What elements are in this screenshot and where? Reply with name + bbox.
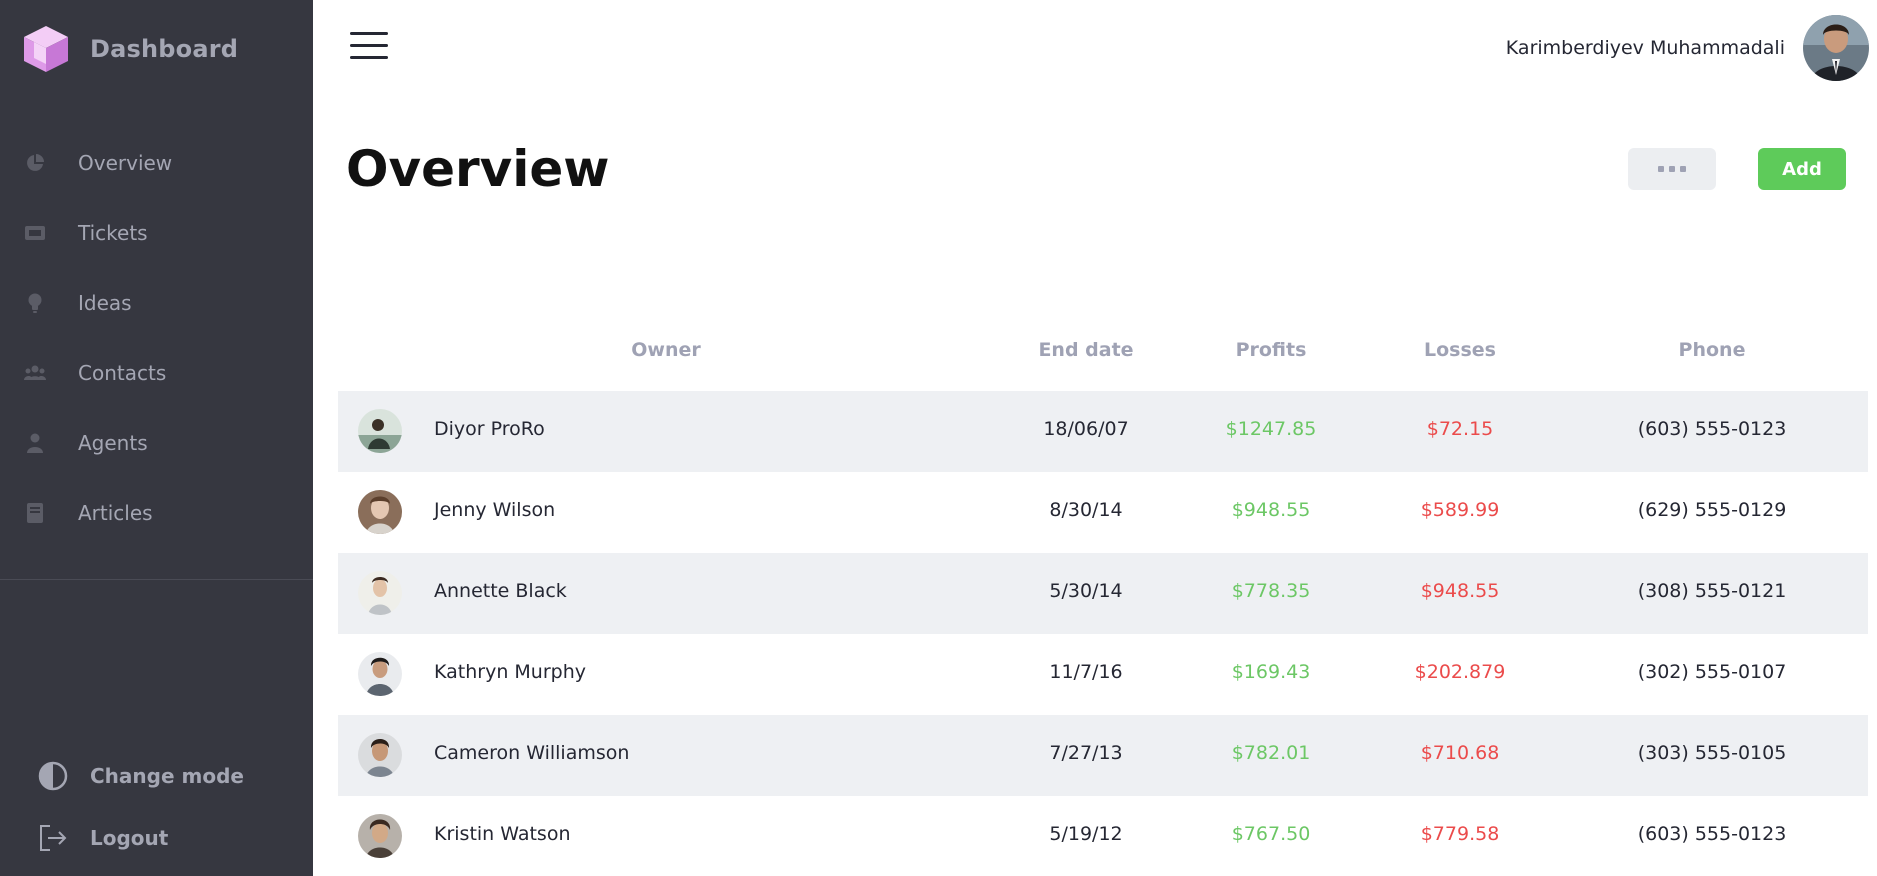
- owner-avatar: [358, 814, 402, 858]
- sidebar: Dashboard Overview Tickets Ideas Contact…: [0, 0, 313, 876]
- agent-icon: [24, 432, 46, 454]
- table-header: Owner End date Profits Losses Phone: [338, 325, 1868, 391]
- loss-value: $710.68: [1420, 742, 1500, 764]
- owner-avatar: [358, 490, 402, 534]
- dot: [1658, 166, 1664, 172]
- phone-number: (603) 555-0123: [1637, 418, 1787, 440]
- phone-number: (302) 555-0107: [1637, 661, 1787, 683]
- end-date: 18/06/07: [1043, 418, 1129, 440]
- owner-avatar: [358, 652, 402, 696]
- column-header-profits[interactable]: Profits: [1236, 339, 1307, 361]
- profit-value: $1247.85: [1225, 418, 1317, 440]
- profit-value: $169.43: [1231, 661, 1311, 683]
- owner-avatar: [358, 733, 402, 777]
- end-date: 8/30/14: [1049, 499, 1123, 521]
- profit-value: $778.35: [1231, 580, 1311, 602]
- owner-avatar: [358, 409, 402, 453]
- column-header-end-date[interactable]: End date: [1038, 339, 1133, 361]
- column-header-owner[interactable]: Owner: [631, 339, 701, 361]
- user-name: Karimberdiyev Muhammadali: [1505, 37, 1785, 59]
- column-header-phone[interactable]: Phone: [1679, 339, 1746, 361]
- table-row[interactable]: Kathryn Murphy 11/7/16 $169.43 $202.879 …: [338, 634, 1868, 715]
- table-row[interactable]: Jenny Wilson 8/30/14 $948.55 $589.99 (62…: [338, 472, 1868, 553]
- table-row[interactable]: Annette Black 5/30/14 $778.35 $948.55 (3…: [338, 553, 1868, 634]
- sidebar-item-ideas[interactable]: Ideas: [0, 268, 313, 338]
- logout-icon: [40, 825, 67, 851]
- page-title: Overview: [346, 140, 610, 198]
- sidebar-item-label: Tickets: [78, 221, 148, 245]
- book-icon: [24, 502, 46, 524]
- profit-value: $767.50: [1231, 823, 1311, 845]
- profit-value: $948.55: [1231, 499, 1311, 521]
- loss-value: $948.55: [1420, 580, 1500, 602]
- sidebar-item-label: Ideas: [78, 291, 132, 315]
- table-row[interactable]: Diyor ProRo 18/06/07 $1247.85 $72.15 (60…: [338, 391, 1868, 472]
- logout-button[interactable]: Logout: [38, 823, 168, 853]
- add-button[interactable]: Add: [1758, 148, 1846, 190]
- owner-name: Cameron Williamson: [434, 742, 630, 764]
- loss-value: $72.15: [1426, 418, 1494, 440]
- sidebar-item-label: Articles: [78, 501, 153, 525]
- profit-value: $782.01: [1231, 742, 1311, 764]
- column-header-losses[interactable]: Losses: [1424, 339, 1496, 361]
- phone-number: (603) 555-0123: [1637, 823, 1787, 845]
- lightbulb-icon: [24, 292, 46, 314]
- sidebar-item-label: Overview: [78, 151, 173, 175]
- contrast-icon: [38, 761, 68, 791]
- end-date: 5/19/12: [1049, 823, 1123, 845]
- change-mode-button[interactable]: Change mode: [38, 761, 244, 791]
- change-mode-label: Change mode: [90, 764, 244, 788]
- users-icon: [24, 362, 46, 384]
- more-options-button[interactable]: [1628, 148, 1716, 190]
- dot: [1680, 166, 1686, 172]
- pie-chart-icon: [24, 152, 46, 174]
- logout-label: Logout: [90, 826, 169, 850]
- sidebar-divider: [0, 579, 313, 580]
- owner-avatar: [358, 571, 402, 615]
- end-date: 11/7/16: [1049, 661, 1123, 683]
- sidebar-item-agents[interactable]: Agents: [0, 408, 313, 478]
- end-date: 5/30/14: [1049, 580, 1123, 602]
- brand-title: Dashboard: [90, 35, 239, 63]
- sidebar-item-contacts[interactable]: Contacts: [0, 338, 313, 408]
- cube-logo-icon: [24, 26, 68, 72]
- sidebar-nav: Overview Tickets Ideas Contacts Agents A…: [0, 128, 313, 548]
- owner-name: Annette Black: [434, 580, 567, 602]
- owner-name: Kristin Watson: [434, 823, 571, 845]
- loss-value: $202.879: [1414, 661, 1506, 683]
- dot: [1669, 166, 1675, 172]
- brand[interactable]: Dashboard: [22, 24, 238, 74]
- sidebar-item-tickets[interactable]: Tickets: [0, 198, 313, 268]
- phone-number: (308) 555-0121: [1637, 580, 1787, 602]
- owner-name: Jenny Wilson: [434, 499, 556, 521]
- loss-value: $589.99: [1420, 499, 1500, 521]
- loss-value: $779.58: [1420, 823, 1500, 845]
- table-row[interactable]: Kristin Watson 5/19/12 $767.50 $779.58 (…: [338, 796, 1868, 876]
- sidebar-item-overview[interactable]: Overview: [0, 128, 313, 198]
- app: Dashboard Overview Tickets Ideas Contact…: [0, 0, 1877, 876]
- phone-number: (303) 555-0105: [1637, 742, 1787, 764]
- phone-number: (629) 555-0129: [1637, 499, 1787, 521]
- owner-name: Kathryn Murphy: [434, 661, 586, 683]
- table-row[interactable]: Cameron Williamson 7/27/13 $782.01 $710.…: [338, 715, 1868, 796]
- user-avatar[interactable]: [1803, 15, 1869, 81]
- sidebar-item-articles[interactable]: Articles: [0, 478, 313, 548]
- ticket-icon: [24, 222, 46, 244]
- sidebar-item-label: Contacts: [78, 361, 167, 385]
- owner-name: Diyor ProRo: [434, 418, 545, 440]
- end-date: 7/27/13: [1049, 742, 1123, 764]
- sidebar-item-label: Agents: [78, 431, 148, 455]
- owners-table: Owner End date Profits Losses Phone Diyo…: [338, 325, 1868, 876]
- menu-toggle-icon[interactable]: [350, 32, 388, 60]
